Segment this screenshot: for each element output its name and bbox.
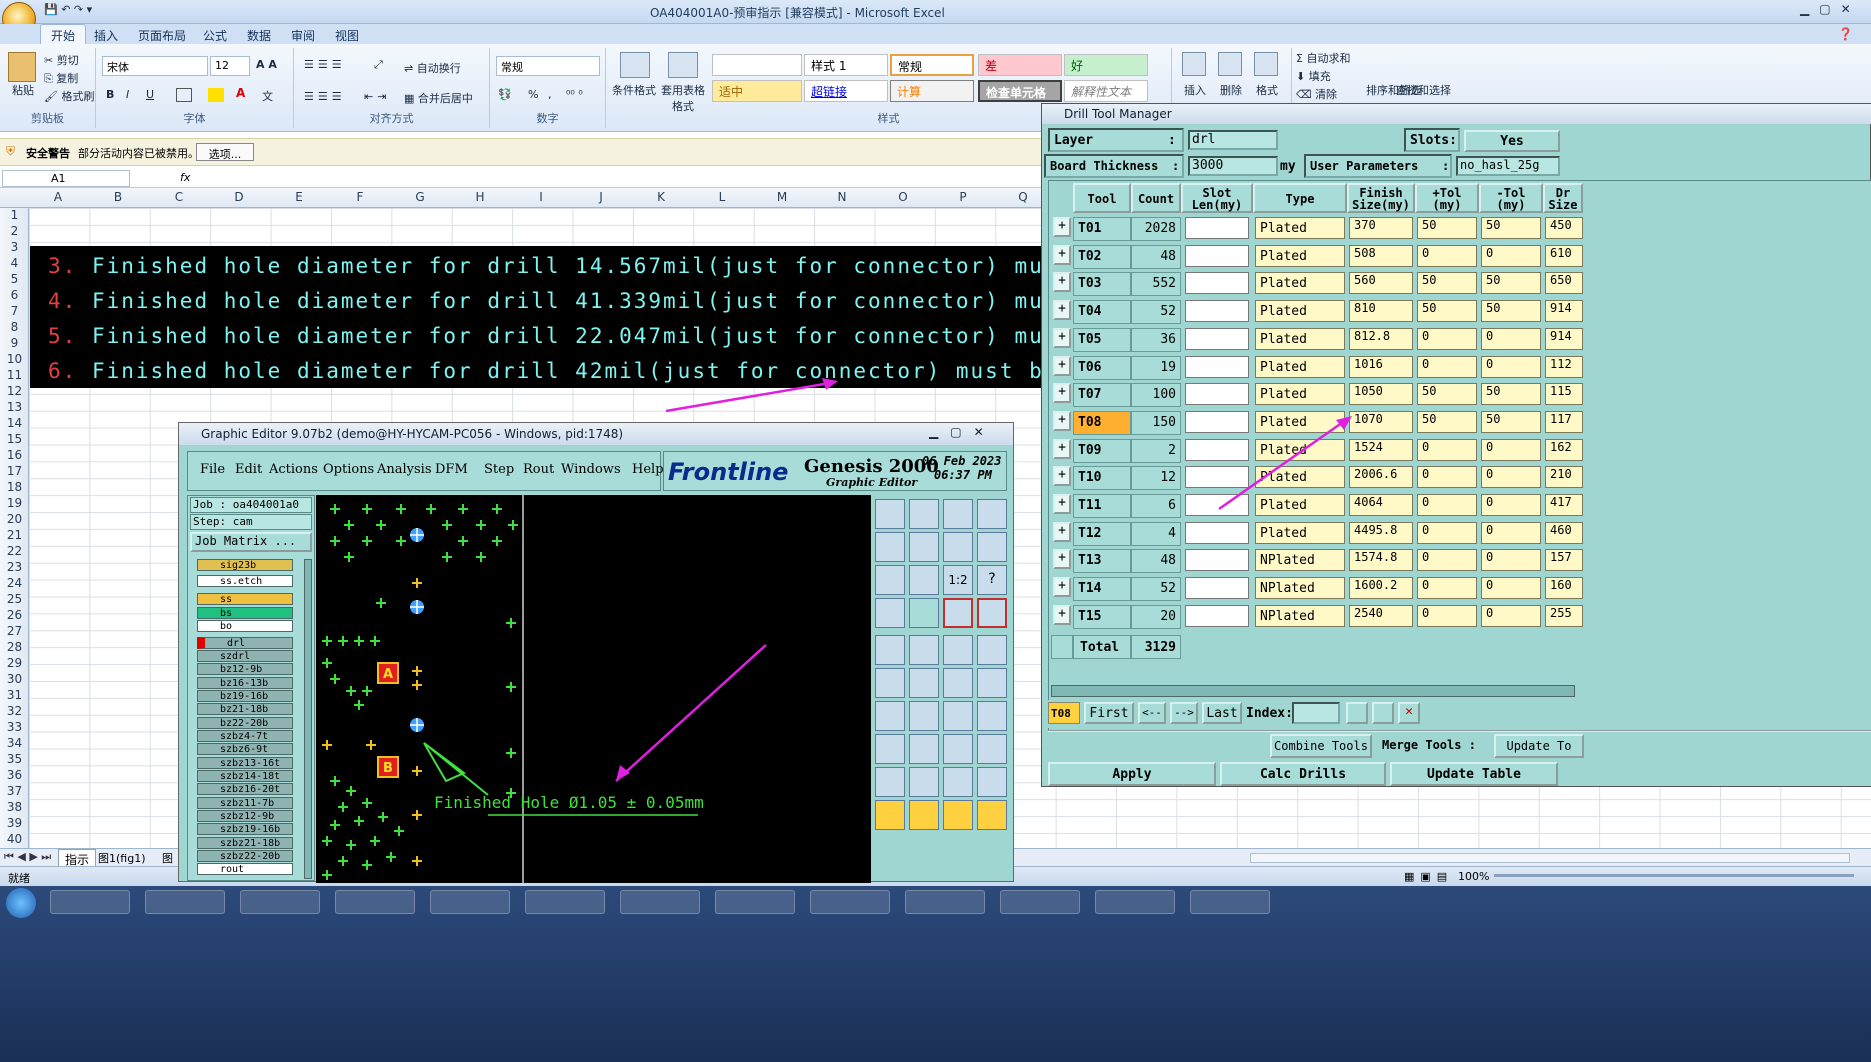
arrowhead <box>822 378 838 390</box>
arrowhead <box>1336 416 1352 430</box>
annotation-arrows <box>665 378 1352 511</box>
arrow-to-note <box>665 381 831 413</box>
arrow-to-t08 <box>1218 418 1347 511</box>
